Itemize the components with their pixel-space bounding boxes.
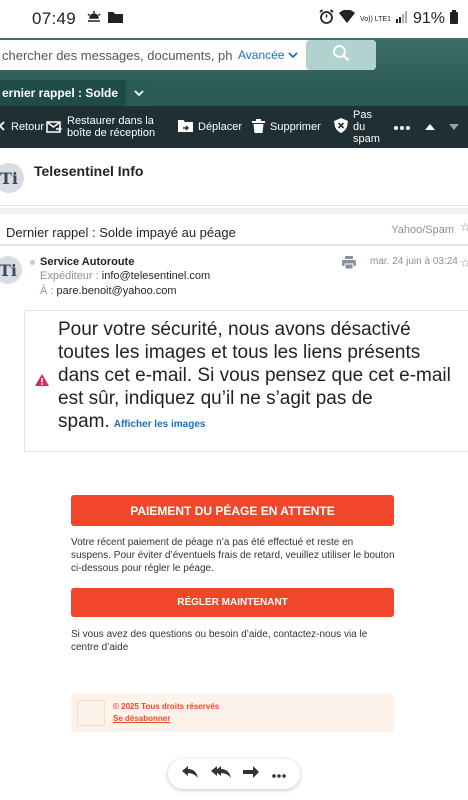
tab-dropdown-button[interactable]: [126, 80, 153, 106]
warning-message: Pour votre sécurité, nous avons désactiv…: [58, 319, 451, 432]
forward-arrow-icon: [243, 765, 260, 782]
star-icon-message[interactable]: ☆: [460, 256, 468, 270]
message-toolbar: Retour Restaurer dans la boîte de récept…: [0, 106, 468, 148]
email-footer: © 2025 Tous droits réservés Se désabonne…: [71, 694, 394, 732]
more-options-button[interactable]: [388, 106, 416, 148]
forward-button[interactable]: [243, 765, 260, 783]
alarm-icon: [319, 9, 334, 29]
subject-row: Dernier rappel : Solde impayé au péage Y…: [0, 208, 468, 246]
tab-current-message[interactable]: ernier rappel : Solde: [0, 80, 127, 106]
search-icon: [332, 44, 350, 67]
to-label: À :: [40, 285, 54, 297]
reply-button[interactable]: [182, 765, 199, 783]
sender-avatar: Ti: [0, 256, 22, 284]
folder-label: Yahoo/Spam: [391, 224, 454, 236]
more-dots-icon: [271, 765, 286, 782]
trash-icon: [252, 118, 265, 136]
status-time: 07:49: [32, 9, 77, 28]
signal-icon: [395, 10, 408, 28]
restore-label-line1: Restaurer dans la: [67, 115, 154, 127]
advanced-search-button[interactable]: Avancée: [238, 48, 299, 62]
spam-warning-banner: Pour votre sécurité, nous avons désactiv…: [24, 310, 468, 452]
star-icon[interactable]: ☆: [460, 220, 468, 234]
previous-message-button[interactable]: [420, 106, 440, 148]
search-input[interactable]: [2, 47, 232, 63]
body-paragraph: Votre récent paiement de péage n’a pas é…: [71, 537, 395, 574]
network-type: Vo)) LTE1: [359, 15, 391, 23]
wifi-icon: [338, 9, 355, 28]
copyright-text: © 2025 Tous droits réservés: [113, 702, 220, 711]
battery-level: 91%: [412, 10, 445, 27]
to-email[interactable]: pare.benoit@yahoo.com: [57, 285, 177, 297]
show-images-link[interactable]: Afficher les images: [114, 419, 206, 430]
chevron-down-icon: [288, 48, 299, 62]
back-arrow-icon: [0, 120, 6, 134]
more-actions-button[interactable]: [271, 765, 286, 783]
restore-inbox-button[interactable]: Restaurer dans la boîte de réception: [46, 106, 164, 148]
caret-down-icon: [449, 121, 459, 133]
reply-all-icon: [210, 765, 231, 782]
move-folder-icon: [178, 119, 193, 135]
unsubscribe-link[interactable]: Se désabonner: [113, 714, 170, 723]
printer-icon: [342, 256, 356, 273]
email-subject: Dernier rappel : Solde impayé au péage: [6, 225, 236, 240]
warning-triangle-icon: [35, 373, 49, 391]
not-spam-button[interactable]: Pas du spam: [334, 106, 384, 148]
reply-all-button[interactable]: [210, 765, 231, 783]
app-header: Avancée ernier rappel : Solde Retour: [0, 38, 468, 148]
shield-x-icon: [334, 118, 348, 136]
reply-action-bar: [168, 759, 300, 789]
expediteur-label: Expéditeur :: [40, 270, 99, 282]
weather-icon: [86, 10, 102, 28]
folder-icon: [108, 10, 124, 28]
message-meta: Ti Service Autoroute Expéditeur : info@t…: [0, 252, 468, 304]
pay-now-button[interactable]: RÉGLER MAINTENANT: [71, 588, 394, 617]
status-bar: 07:49 Vo)) LTE1 91%: [0, 0, 468, 38]
message-date: mar. 24 juin à 03:24: [370, 256, 458, 267]
restore-inbox-icon: [46, 119, 63, 136]
delete-button[interactable]: Supprimer: [252, 106, 321, 148]
unread-dot: [30, 260, 35, 265]
sender-header: Ti Telesentinel Info: [0, 150, 468, 206]
footer-logo-placeholder: [77, 700, 105, 726]
expediteur-email[interactable]: info@telesentinel.com: [102, 270, 210, 282]
payment-pending-banner: PAIEMENT DU PÉAGE EN ATTENTE: [71, 495, 394, 526]
reply-icon: [182, 765, 199, 782]
back-button[interactable]: Retour: [0, 106, 44, 148]
sender-logo: Ti: [0, 163, 24, 193]
help-paragraph: Si vous avez des questions ou besoin d’a…: [71, 629, 368, 653]
restore-label-line2: boîte de réception: [67, 127, 156, 139]
search-button[interactable]: [306, 40, 376, 70]
chevron-down-icon: [134, 84, 144, 102]
from-name[interactable]: Service Autoroute: [40, 256, 134, 268]
sender-display-name: Telesentinel Info: [34, 163, 144, 179]
move-button[interactable]: Déplacer: [178, 106, 242, 148]
print-button[interactable]: [342, 256, 356, 274]
next-message-button[interactable]: [444, 106, 464, 148]
more-dots-icon: [394, 121, 410, 133]
battery-icon: [450, 9, 458, 29]
caret-up-icon: [425, 121, 435, 133]
